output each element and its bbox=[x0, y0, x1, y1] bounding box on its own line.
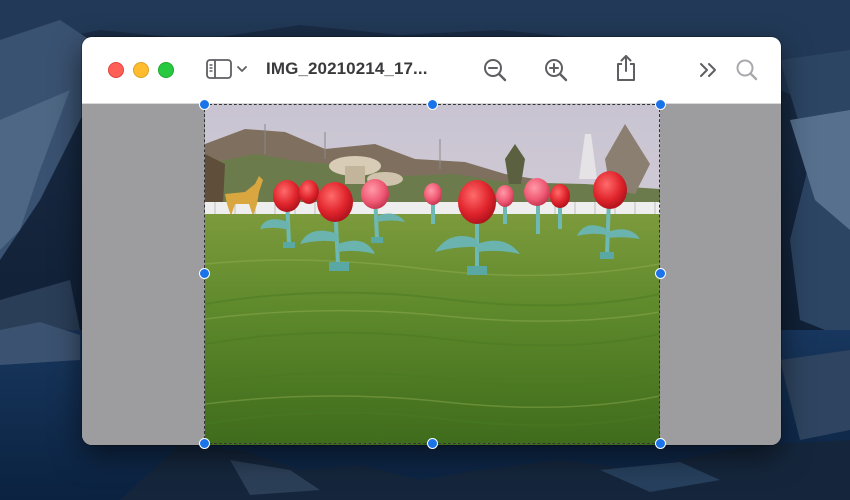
zoom-button[interactable] bbox=[158, 62, 174, 78]
more-tools-icon bbox=[700, 63, 716, 77]
sidebar-icon bbox=[206, 59, 247, 79]
chevron-down-icon bbox=[237, 66, 247, 72]
title-bar: IMG_20210214_17... bbox=[82, 37, 781, 104]
more-tools-button[interactable] bbox=[697, 58, 721, 82]
minimize-button[interactable] bbox=[133, 62, 149, 78]
share-icon bbox=[617, 55, 635, 81]
sidebar-toggle-button[interactable] bbox=[205, 57, 253, 81]
selection-handle-bottom-left[interactable] bbox=[199, 438, 210, 449]
zoom-out-button[interactable] bbox=[482, 57, 508, 83]
selection-handle-middle-right[interactable] bbox=[655, 268, 666, 279]
selection-handle-middle-left[interactable] bbox=[199, 268, 210, 279]
zoom-in-icon bbox=[545, 59, 568, 82]
selection-handle-top-left[interactable] bbox=[199, 99, 210, 110]
zoom-in-button[interactable] bbox=[543, 57, 569, 83]
selection-handle-top-center[interactable] bbox=[427, 99, 438, 110]
search-icon bbox=[736, 59, 758, 81]
share-button[interactable] bbox=[613, 53, 639, 83]
document-title: IMG_20210214_17... bbox=[266, 59, 428, 78]
selection-rectangle[interactable] bbox=[204, 104, 660, 444]
zoom-out-icon bbox=[484, 59, 507, 82]
search-button[interactable] bbox=[734, 57, 760, 83]
close-button[interactable] bbox=[108, 62, 124, 78]
selection-handle-bottom-right[interactable] bbox=[655, 438, 666, 449]
selection-handle-bottom-center[interactable] bbox=[427, 438, 438, 449]
selection-handle-top-right[interactable] bbox=[655, 99, 666, 110]
